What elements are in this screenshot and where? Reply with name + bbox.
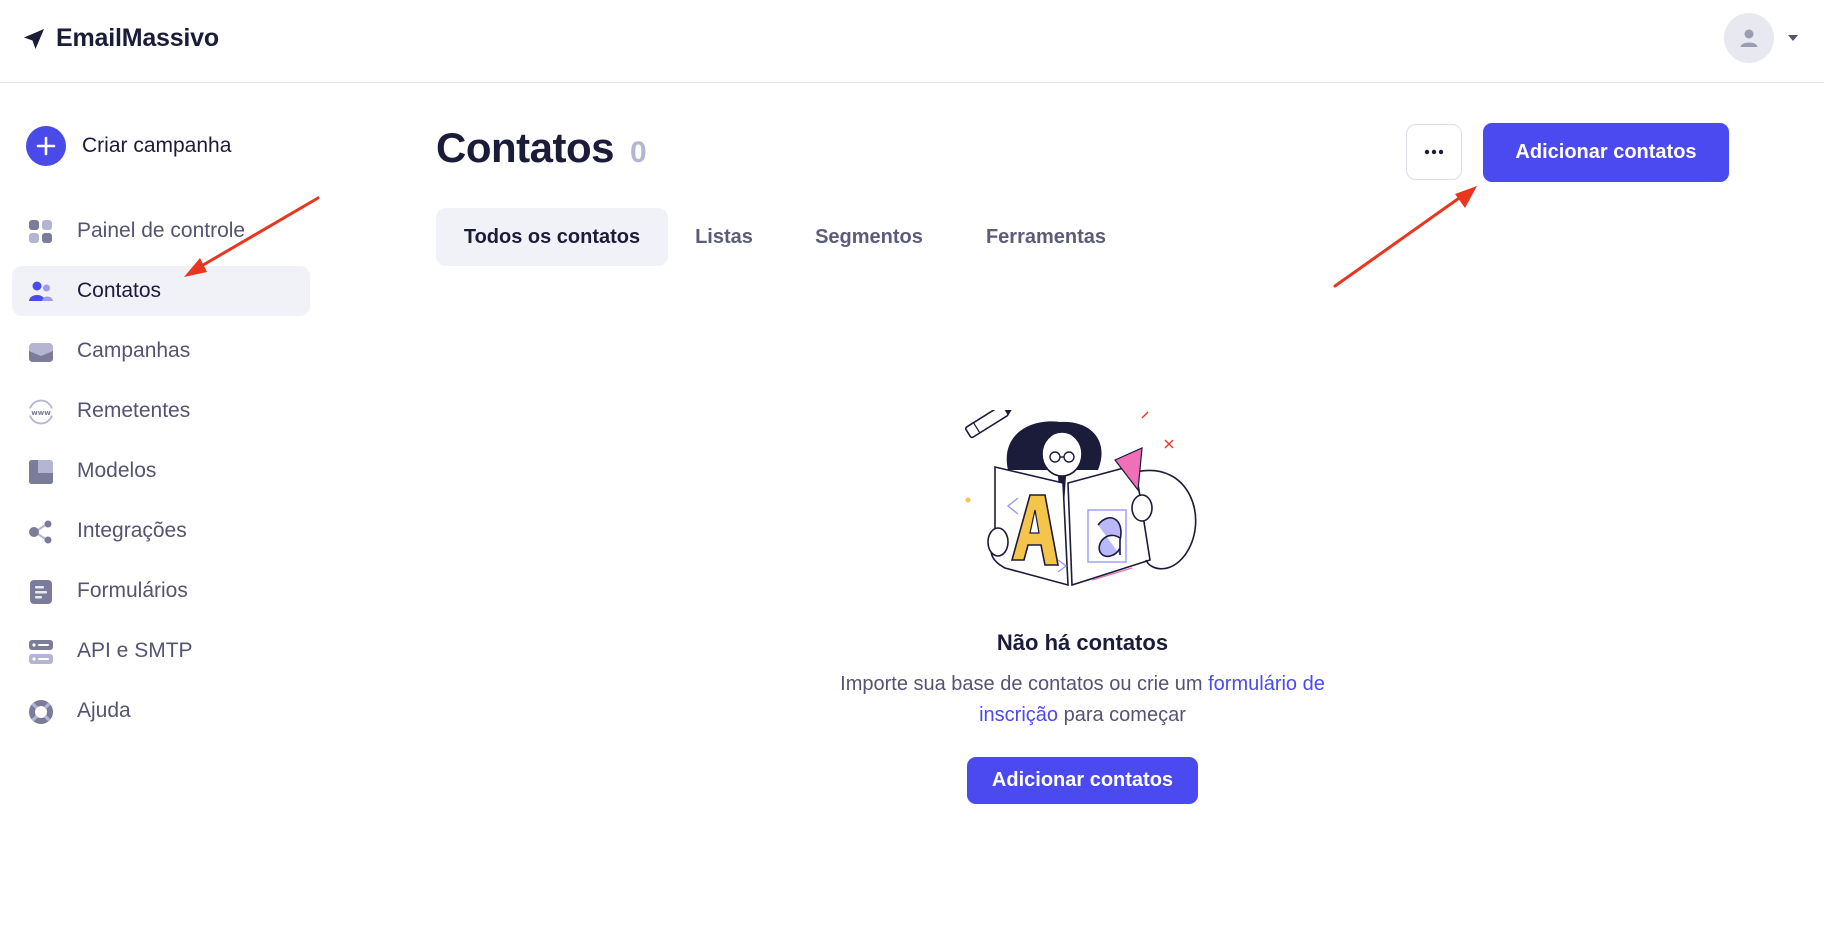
tab-all-contacts[interactable]: Todos os contatos — [436, 208, 668, 266]
chevron-down-icon[interactable] — [1786, 33, 1800, 43]
sidebar-item-forms[interactable]: Formulários — [12, 566, 310, 616]
dashboard-icon — [29, 220, 52, 243]
empty-state-illustration — [964, 410, 1197, 587]
app-name: EmailMassivo — [56, 24, 219, 52]
sidebar-item-contacts[interactable]: Contatos — [12, 266, 310, 316]
empty-state-text-before: Importe sua base de contatos ou crie um — [840, 673, 1209, 695]
templates-icon — [29, 460, 53, 484]
sidebar-item-integrations[interactable]: Integrações — [12, 506, 310, 556]
sidebar-item-label: Painel de controle — [77, 219, 246, 242]
empty-state-title: Não há contatos — [996, 630, 1169, 655]
integrations-icon — [29, 520, 52, 544]
sidebar-item-campaigns[interactable]: Campanhas — [12, 326, 310, 376]
user-icon — [1740, 29, 1758, 47]
forms-icon — [30, 580, 52, 604]
sidebar-item-label: Integrações — [77, 519, 187, 542]
create-campaign-label: Criar campanha — [82, 134, 232, 157]
paper-plane-icon — [24, 28, 44, 49]
annotation-arrow-add-button — [1333, 186, 1477, 288]
sidebar-item-label: Formulários — [77, 579, 188, 602]
sidebar-item-label: Remetentes — [77, 399, 191, 422]
ellipsis-icon — [1424, 149, 1444, 155]
sidebar-item-senders[interactable]: www Remetentes — [12, 386, 310, 436]
page-title: Contatos 0 — [436, 124, 647, 172]
top-bar: EmailMassivo — [0, 0, 1824, 83]
plus-icon — [26, 126, 66, 166]
sidebar-item-label: Contatos — [77, 279, 162, 302]
contact-count-badge: 0 — [630, 136, 647, 169]
contacts-icon — [29, 281, 53, 301]
sidebar-item-help[interactable]: Ajuda — [12, 686, 310, 736]
sidebar-item-label: Ajuda — [77, 699, 131, 722]
empty-state-text: Importe sua base de contatos ou crie um … — [800, 669, 1365, 731]
avatar[interactable] — [1724, 13, 1774, 63]
more-options-button[interactable] — [1406, 124, 1462, 180]
empty-state-add-contacts-button[interactable]: Adicionar contatos — [967, 757, 1198, 804]
empty-state-text-after: para começar — [1058, 704, 1186, 726]
sidebar-item-label: Modelos — [77, 459, 157, 482]
tab-tools[interactable]: Ferramentas — [976, 208, 1116, 266]
create-campaign-button[interactable]: Criar campanha — [26, 126, 231, 166]
sidebar-item-templates[interactable]: Modelos — [12, 446, 310, 496]
brand-logo[interactable]: EmailMassivo — [22, 24, 219, 53]
campaigns-icon — [29, 343, 53, 362]
tab-lists[interactable]: Listas — [684, 208, 764, 266]
page-title-text: Contatos — [436, 124, 615, 171]
sidebar-item-dashboard[interactable]: Painel de controle — [12, 206, 310, 256]
tab-segments[interactable]: Segmentos — [804, 208, 934, 266]
www-icon: www — [28, 399, 54, 425]
add-contacts-button[interactable]: Adicionar contatos — [1483, 123, 1729, 182]
sidebar: Criar campanha Painel de controle Contat… — [0, 84, 320, 941]
sidebar-item-label: Campanhas — [77, 339, 191, 362]
svg-text:www: www — [31, 409, 51, 417]
lifebuoy-icon — [29, 700, 53, 724]
